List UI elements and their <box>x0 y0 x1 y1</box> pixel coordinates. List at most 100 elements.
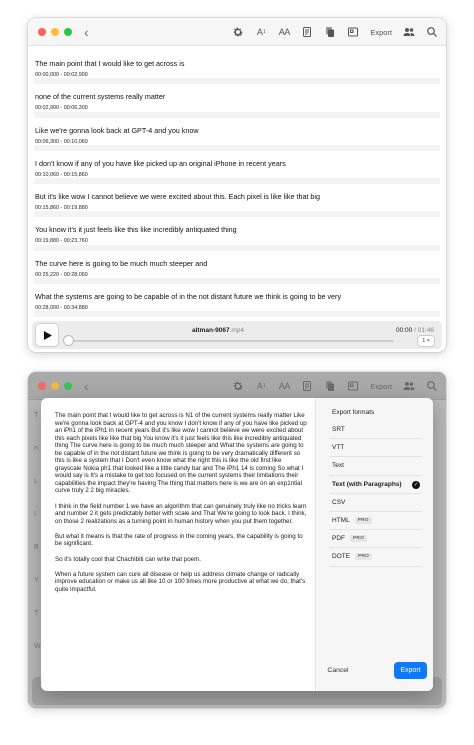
copy-icon <box>324 379 336 393</box>
pro-badge: PRO <box>350 535 367 543</box>
segment-text[interactable]: You know it's it just feels like this li… <box>34 225 440 234</box>
preview-paragraph: So it's totally cool that Chachibiti can… <box>55 555 201 563</box>
export-window: ‹ A1 AA Export TnLIBYTW The main point t… <box>28 372 446 708</box>
close-window-button-dimmed <box>38 381 46 390</box>
segment-text[interactable]: The curve here is going to be much much … <box>34 259 440 268</box>
zoom-window-button-dimmed <box>64 381 72 390</box>
transcript-segment[interactable]: The curve here is going to be much much … <box>34 251 440 285</box>
playback-speed-button[interactable]: 1 × <box>418 336 434 346</box>
people-icon[interactable] <box>403 25 415 39</box>
text-size-large-dimmed: AA <box>278 381 291 391</box>
export-options-panel: Export formats SRT VTT Text Text (with Para… <box>315 398 433 691</box>
toolbar-dimmed: A1 AA Export <box>232 372 438 400</box>
preview-paragraph: But what it means is that the rate of pr… <box>55 532 303 548</box>
segment-timestamp: 00:25,220 - 00:28,060 <box>35 271 88 278</box>
text-size-small-sub: 1 <box>262 29 266 35</box>
export-button[interactable]: Export <box>394 662 427 679</box>
pro-badge: PRO <box>354 517 372 525</box>
export-format-option[interactable]: CSV <box>329 494 422 512</box>
segment-timestamp: 00:19,880 - 00:23,760 <box>35 238 88 245</box>
export-format-option[interactable]: HTML PRO <box>329 512 422 531</box>
total-time: / 01:46 <box>414 327 434 334</box>
transcript-segment[interactable]: none of the current systems really matte… <box>34 84 440 118</box>
play-button[interactable] <box>36 324 58 346</box>
toolbar: A1 AA Export <box>232 18 438 46</box>
gear-icon <box>232 379 244 393</box>
transcript-segment[interactable]: Like we're gonna look back at GPT-4 and … <box>34 118 440 151</box>
segment-timestamp: 00:15,860 - 00:19,880 <box>35 205 88 212</box>
export-format-label: Text (with Paragraphs) <box>332 480 402 488</box>
zoom-window-button[interactable] <box>64 27 72 36</box>
traffic-lights <box>38 27 72 36</box>
export-toolbar-dimmed: Export <box>370 381 392 391</box>
text-size-small-dimmed: A1 <box>255 379 267 393</box>
playback-time: 00:00 / 01:46 <box>396 327 434 334</box>
close-window-button[interactable] <box>38 27 46 36</box>
export-format-label: CSV <box>332 498 346 506</box>
transcript-window: ‹ A1 AA Export The main point that I wou… <box>28 18 446 352</box>
segment-timestamp: 00:28,000 - 00:34,880 <box>35 305 88 312</box>
transcript-segment[interactable]: What the systems are going to be capable… <box>34 284 440 318</box>
current-time: 00:00 <box>396 327 413 334</box>
segment-timestamp: 00:06,300 - 00:10,060 <box>35 138 88 145</box>
text-size-small-button[interactable]: A1 <box>255 25 267 39</box>
title-bar: ‹ A1 AA Export <box>28 18 446 46</box>
export-format-label: HTML <box>332 517 350 525</box>
segment-text[interactable]: What the systems are going to be capable… <box>34 292 440 301</box>
segment-text[interactable]: But it's like wow I cannot believe we we… <box>34 192 440 201</box>
segment-timestamp: 00:00,000 - 00:02,900 <box>35 72 88 78</box>
file-name-base: altman-9067 <box>192 327 230 334</box>
segment-text[interactable]: The main point that I would like to get … <box>34 59 440 68</box>
scrub-track[interactable] <box>64 340 394 342</box>
export-format-label: Text <box>332 462 344 470</box>
export-format-option[interactable]: VTT <box>329 439 422 458</box>
pro-badge: PRO <box>355 553 373 561</box>
transcript-segment[interactable]: You know it's it just feels like this li… <box>34 217 440 251</box>
search-icon <box>426 379 438 393</box>
image-icon <box>347 379 359 393</box>
play-icon <box>43 330 52 340</box>
transcript-list: The main point that I would like to get … <box>28 47 446 320</box>
preview-paragraph: The main point that I would like to get … <box>55 412 307 495</box>
chevron-left-icon: ‹ <box>84 377 89 394</box>
traffic-lights-dimmed <box>38 381 72 390</box>
image-icon[interactable] <box>347 25 359 39</box>
people-icon <box>403 379 415 393</box>
transcript-segment[interactable]: I don't know if any of you have like pic… <box>34 151 440 185</box>
media-file-name: altman-9067.mp4 <box>192 327 244 334</box>
scrub-handle[interactable] <box>64 336 73 345</box>
search-icon[interactable] <box>426 25 438 39</box>
export-format-label: SRT <box>332 426 345 434</box>
text-size-small-dimmed-sub: 1 <box>262 383 266 389</box>
export-format-option[interactable]: Text <box>329 457 422 476</box>
copy-icon[interactable] <box>324 25 336 39</box>
transcript-segment[interactable]: But it's like wow I cannot believe we we… <box>34 184 440 218</box>
export-preview: The main point that I would like to get … <box>41 398 315 691</box>
export-format-option[interactable]: SRT <box>329 421 422 440</box>
chevron-left-icon[interactable]: ‹ <box>84 25 89 39</box>
cancel-button[interactable]: Cancel <box>325 662 351 679</box>
export-format-option[interactable]: DOTE PRO <box>329 548 422 567</box>
export-format-option[interactable]: PDF PRO <box>329 530 422 549</box>
segment-text[interactable]: I don't know if any of you have like pic… <box>34 159 440 168</box>
preview-paragraph: When a future system can cure all diseas… <box>55 570 306 593</box>
segment-timestamp: 00:10,060 - 00:15,860 <box>35 171 88 178</box>
transcript-segment[interactable]: The main point that I would like to get … <box>34 51 440 85</box>
export-format-label: VTT <box>332 444 345 452</box>
export-formats-title: Export formats <box>332 409 375 416</box>
export-format-list: SRT VTT Text Text (with Paragraphs) ✓ CSV HTML… <box>329 421 422 567</box>
gear-icon[interactable] <box>232 25 244 39</box>
export-format-label: DOTE <box>332 553 351 561</box>
segment-text[interactable]: Like we're gonna look back at GPT-4 and … <box>34 126 440 135</box>
file-extension: .mp4 <box>229 327 245 334</box>
export-format-option[interactable]: Text (with Paragraphs) ✓ <box>329 476 422 494</box>
export-toolbar-button[interactable]: Export <box>370 25 392 39</box>
segment-text[interactable]: none of the current systems really matte… <box>34 92 440 101</box>
minimize-window-button[interactable] <box>51 27 59 36</box>
checkmark-icon: ✓ <box>412 480 420 489</box>
text-size-large-button[interactable]: AA <box>278 25 291 39</box>
segment-timestamp: 00:02,900 - 00:06,300 <box>35 105 88 112</box>
export-sheet: The main point that I would like to get … <box>41 398 433 691</box>
document-icon[interactable] <box>301 25 313 39</box>
title-bar-dimmed: ‹ A1 AA Export <box>28 372 446 400</box>
